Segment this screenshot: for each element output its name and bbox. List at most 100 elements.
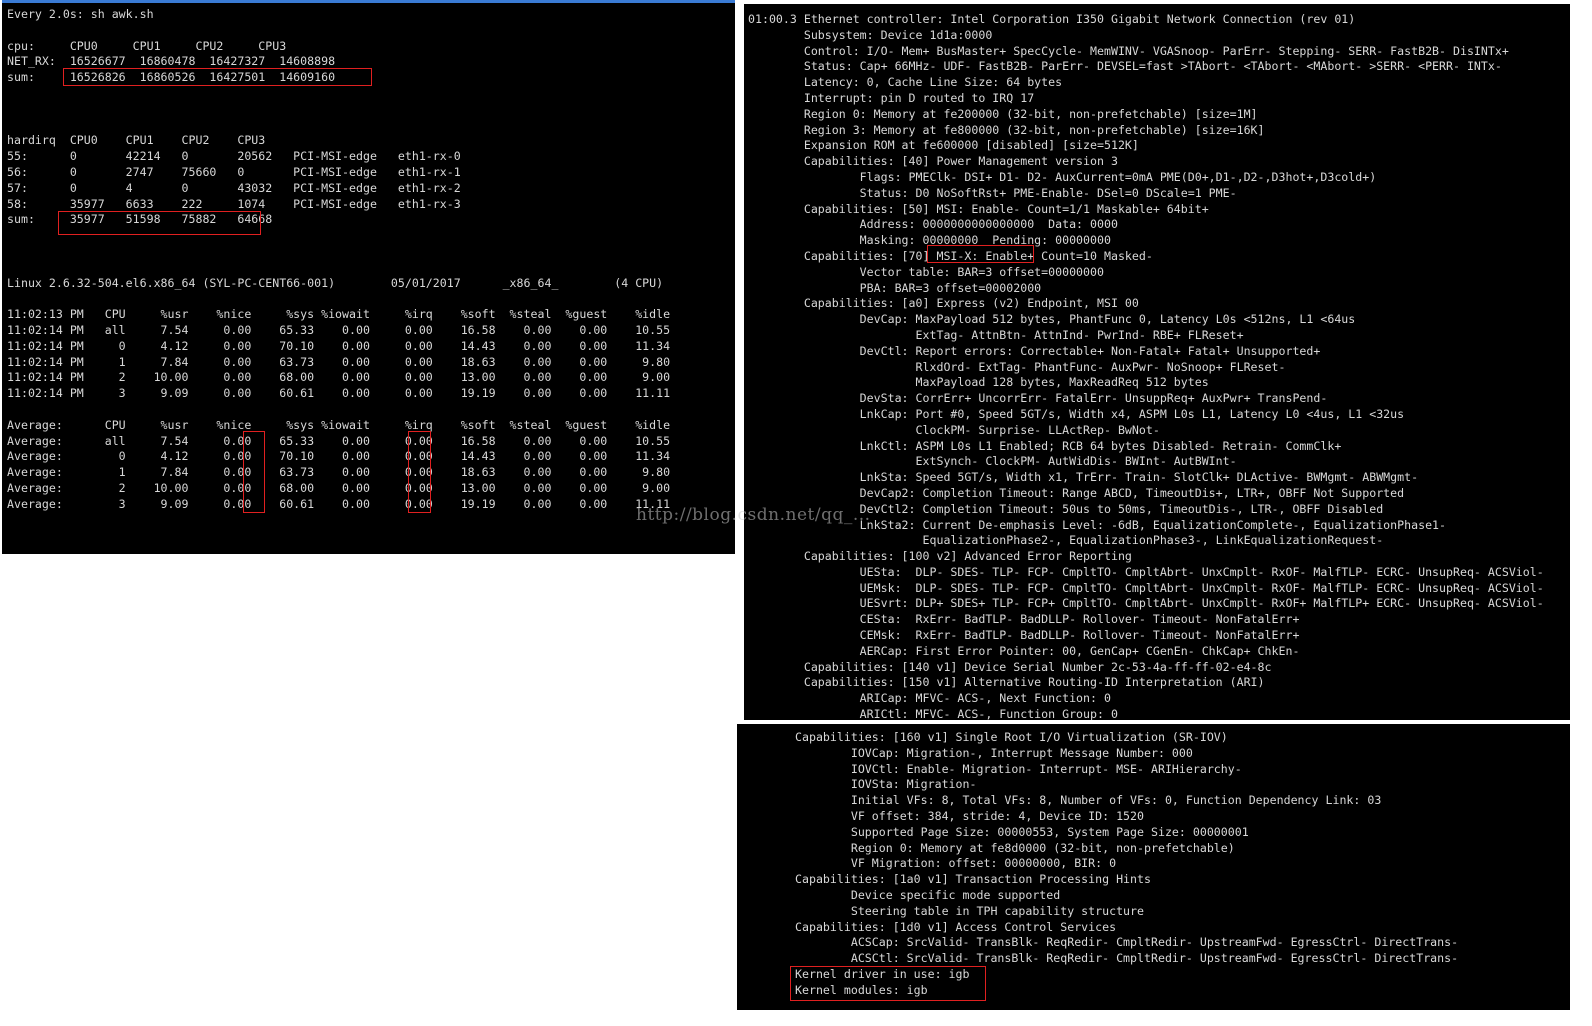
terminal-line: Status: D0 NoSoftRst+ PME-Enable- DSel=0…: [748, 185, 1237, 200]
terminal-output: Every 2.0s: sh awk.sh cpu: CPU0 CPU1 CPU2…: [2, 7, 735, 513]
terminal-line: IOVCap: Migration-, Interrupt Message Nu…: [795, 745, 1193, 760]
terminal-line: IOVSta: Migration-: [795, 777, 977, 792]
terminal-line: Steering table in TPH capability structu…: [795, 903, 1145, 918]
terminal-line: 11:02:14 PM 2 10.00 0.00 68.00 0.00 0.00…: [7, 370, 671, 385]
terminal-line: Subsystem: Device 1d1a:0000: [748, 27, 993, 42]
terminal-line: Supported Page Size: 00000553, System Pa…: [795, 824, 1249, 839]
terminal-line: Control: I/O- Mem+ BusMaster+ SpecCycle-…: [748, 43, 1509, 58]
terminal-line: ExtSynch- ClockPM- AutWidDis- BWInt- Aut…: [748, 454, 1237, 469]
terminal-line: 01:00.3 Ethernet controller: Intel Corpo…: [748, 12, 1356, 26]
terminal-line: NET_RX: 16526677 16860478 16427327 14608…: [7, 54, 336, 69]
terminal-line: MaxPayload 128 bytes, MaxReadReq 512 byt…: [748, 375, 1209, 390]
terminal-line: Vector table: BAR=3 offset=00000000: [748, 264, 1104, 279]
terminal-line: Region 3: Memory at fe800000 (32-bit, no…: [748, 122, 1265, 137]
terminal-line: 11:02:14 PM 0 4.12 0.00 70.10 0.00 0.00 …: [7, 338, 671, 353]
terminal-line: LnkCap: Port #0, Speed 5GT/s, Width x4, …: [748, 406, 1405, 421]
terminal-line: ARICtl: MFVC- ACS-, Function Group: 0: [748, 707, 1118, 720]
terminal-line: LnkSta2: Current De-emphasis Level: -6dB…: [748, 517, 1447, 532]
terminal-line: 57: 0 4 0 43032 PCI-MSI-edge eth1-rx-2: [7, 180, 461, 195]
terminal-line: UESta: DLP- SDES- TLP- FCP- CmpltTO- Cmp…: [748, 564, 1544, 579]
terminal-line: cpu: CPU0 CPU1 CPU2 CPU3: [7, 38, 287, 53]
terminal-lspci-top: 01:00.3 Ethernet controller: Intel Corpo…: [744, 4, 1570, 720]
terminal-line: RlxdOrd- ExtTag- PhantFunc- AuxPwr- NoSn…: [748, 359, 1286, 374]
terminal-line: Capabilities: [a0] Express (v2) Endpoint…: [748, 296, 1139, 311]
terminal-line: Capabilities: [40] Power Management vers…: [748, 154, 1118, 169]
terminal-line: Region 0: Memory at fe200000 (32-bit, no…: [748, 106, 1258, 121]
terminal-watch-awk: Every 2.0s: sh awk.sh cpu: CPU0 CPU1 CPU2…: [2, 0, 735, 554]
terminal-lspci-bottom: Capabilities: [160 v1] Single Root I/O V…: [737, 724, 1570, 1010]
terminal-line: DevSta: CorrErr+ UncorrErr- FatalErr- Un…: [748, 391, 1328, 406]
terminal-line: LnkCtl: ASPM L0s L1 Enabled; RCB 64 byte…: [748, 438, 1342, 453]
terminal-line: Region 0: Memory at fe8d0000 (32-bit, no…: [795, 840, 1235, 855]
terminal-line: 55: 0 42214 0 20562 PCI-MSI-edge eth1-rx…: [7, 149, 461, 164]
terminal-line: IOVCtl: Enable- Migration- Interrupt- MS…: [795, 761, 1242, 776]
terminal-line: EqualizationPhase2-, EqualizationPhase3-…: [748, 533, 1384, 548]
terminal-line: Kernel modules: igb: [795, 982, 928, 997]
terminal-line: Device specific mode supported: [795, 887, 1061, 902]
terminal-line: Average: 2 10.00 0.00 68.00 0.00 0.00 13…: [7, 480, 671, 495]
terminal-line: Masking: 00000000 Pending: 00000000: [748, 233, 1111, 248]
terminal-line: ACSCap: SrcValid- TransBlk- ReqRedir- Cm…: [795, 935, 1459, 950]
terminal-line: Expansion ROM at fe600000 [disabled] [si…: [748, 138, 1139, 153]
terminal-line: LnkSta: Speed 5GT/s, Width x1, TrErr- Tr…: [748, 470, 1419, 485]
terminal-line: ARICap: MFVC- ACS-, Next Function: 0: [748, 691, 1111, 706]
terminal-line: Average: 0 4.12 0.00 70.10 0.00 0.00 14.…: [7, 449, 671, 464]
terminal-output: 01:00.3 Ethernet controller: Intel Corpo…: [744, 12, 1570, 720]
terminal-line: Average: all 7.54 0.00 65.33 0.00 0.00 1…: [7, 433, 671, 448]
terminal-line: Average: 3 9.09 0.00 60.61 0.00 0.00 19.…: [7, 496, 671, 511]
terminal-output: Capabilities: [160 v1] Single Root I/O V…: [737, 730, 1570, 999]
terminal-line: Capabilities: [70] MSI-X: Enable+ Count=…: [748, 248, 1153, 263]
terminal-line: CEMsk: RxErr- BadTLP- BadDLLP- Rollover-…: [748, 628, 1300, 643]
terminal-line: ACSCtl: SrcValid- TransBlk- ReqRedir- Cm…: [795, 951, 1459, 966]
terminal-line: DevCap: MaxPayload 512 bytes, PhantFunc …: [748, 312, 1356, 327]
terminal-line: Latency: 0, Cache Line Size: 64 bytes: [748, 75, 1063, 90]
terminal-line: hardirq CPU0 CPU1 CPU2 CPU3: [7, 133, 266, 148]
terminal-line: CESta: RxErr- BadTLP- BadDLLP- Rollover-…: [748, 612, 1300, 627]
terminal-line: Linux 2.6.32-504.el6.x86_64 (SYL-PC-CENT…: [7, 275, 664, 290]
terminal-line: DevCtl2: Completion Timeout: 50us to 50m…: [748, 501, 1384, 516]
terminal-line: VF offset: 384, stride: 4, Device ID: 15…: [795, 808, 1145, 823]
terminal-line: ClockPM- Surprise- LLActRep- BwNot-: [748, 422, 1160, 437]
terminal-line: Flags: PMEClk- DSI+ D1- D2- AuxCurrent=0…: [748, 169, 1377, 184]
terminal-line: Capabilities: [140 v1] Device Serial Num…: [748, 659, 1272, 674]
terminal-line: Capabilities: [1d0 v1] Access Control Se…: [795, 919, 1117, 934]
terminal-line: AERCap: First Error Pointer: 00, GenCap+…: [748, 643, 1300, 658]
terminal-line: Initial VFs: 8, Total VFs: 8, Number of …: [795, 793, 1382, 808]
terminal-line: ExtTag- AttnBtn- AttnInd- PwrInd- RBE+ F…: [748, 327, 1244, 342]
terminal-line: Capabilities: [160 v1] Single Root I/O V…: [795, 730, 1228, 744]
terminal-line: Kernel driver in use: igb: [795, 966, 970, 981]
terminal-line: VF Migration: offset: 00000000, BIR: 0: [795, 856, 1117, 871]
terminal-line: 58: 35977 6633 222 1074 PCI-MSI-edge eth…: [7, 196, 461, 211]
terminal-line: 56: 0 2747 75660 0 PCI-MSI-edge eth1-rx-…: [7, 164, 461, 179]
terminal-line: Address: 0000000000000000 Data: 0000: [748, 217, 1118, 232]
terminal-line: UESvrt: DLP+ SDES+ TLP- FCP+ CmpltTO- Cm…: [748, 596, 1544, 611]
terminal-line: 11:02:14 PM 3 9.09 0.00 60.61 0.00 0.00 …: [7, 386, 671, 401]
terminal-line: DevCtl: Report errors: Correctable+ Non-…: [748, 343, 1321, 358]
terminal-line: Average: 1 7.84 0.00 63.73 0.00 0.00 18.…: [7, 465, 671, 480]
terminal-line: 11:02:14 PM 1 7.84 0.00 63.73 0.00 0.00 …: [7, 354, 671, 369]
terminal-line: Interrupt: pin D routed to IRQ 17: [748, 90, 1035, 105]
terminal-line: Every 2.0s: sh awk.sh: [7, 7, 154, 21]
terminal-line: DevCap2: Completion Timeout: Range ABCD,…: [748, 485, 1405, 500]
terminal-line: Capabilities: [1a0 v1] Transaction Proce…: [795, 872, 1151, 887]
terminal-line: 11:02:13 PM CPU %usr %nice %sys %iowait …: [7, 307, 671, 322]
terminal-line: Average: CPU %usr %nice %sys %iowait %ir…: [7, 417, 671, 432]
terminal-line: Capabilities: [150 v1] Alternative Routi…: [748, 675, 1265, 690]
terminal-line: sum: 16526826 16860526 16427501 14609160: [7, 70, 336, 85]
terminal-line: 11:02:14 PM all 7.54 0.00 65.33 0.00 0.0…: [7, 322, 671, 337]
terminal-line: Capabilities: [100 v2] Advanced Error Re…: [748, 549, 1132, 564]
terminal-line: PBA: BAR=3 offset=00002000: [748, 280, 1042, 295]
terminal-line: Status: Cap+ 66MHz- UDF- FastB2B- ParErr…: [748, 59, 1502, 74]
terminal-line: UEMsk: DLP- SDES- TLP- FCP- CmpltTO- Cmp…: [748, 580, 1544, 595]
terminal-line: Capabilities: [50] MSI: Enable- Count=1/…: [748, 201, 1209, 216]
terminal-line: sum: 35977 51598 75882 64668: [7, 212, 273, 227]
